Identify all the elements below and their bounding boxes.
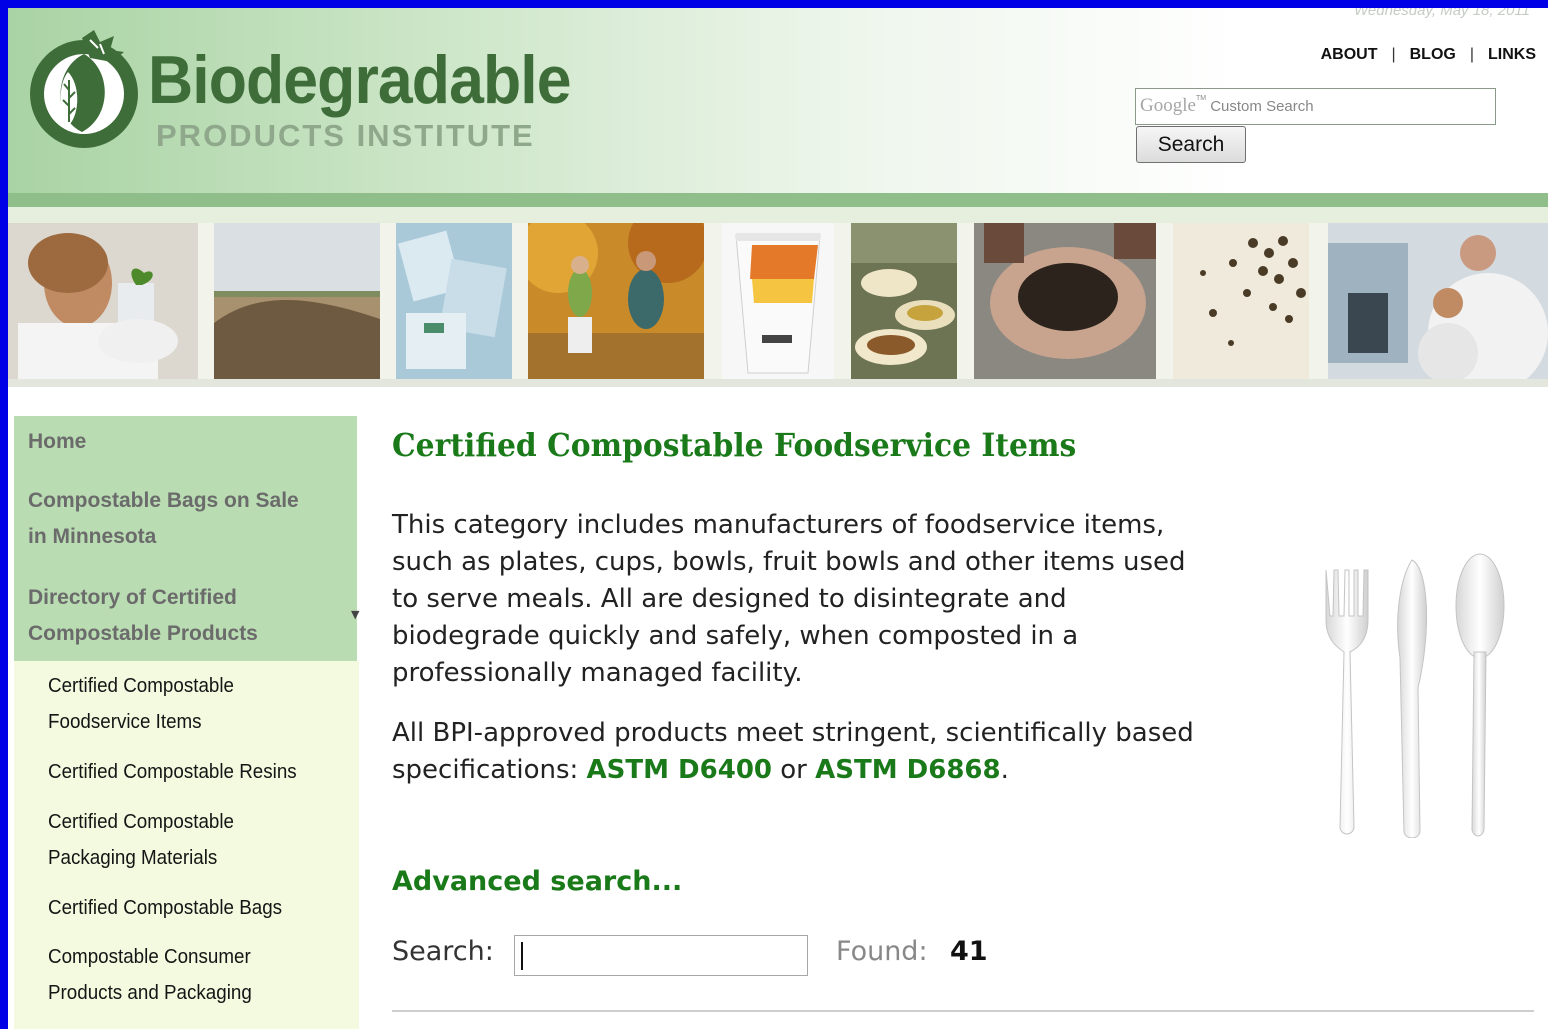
sidebar-item-label: Certified Compostable Bags	[48, 897, 283, 919]
sidebar-item-label: Certified Compostable	[48, 811, 235, 833]
advanced-search-link[interactable]: Advanced search...	[392, 866, 682, 897]
sidebar-item-label: in Minnesota	[28, 525, 157, 548]
sidebar-item-label: Certified Compostable	[48, 675, 235, 697]
sidebar-item-home[interactable]: Home	[28, 424, 86, 460]
compost-field-photo	[214, 223, 380, 379]
sidebar-item-foodservice[interactable]: Certified Compostable Foodservice Items	[48, 668, 234, 740]
found-label: Found:	[836, 936, 928, 967]
site-header: Wednesday, May 18, 2011 Biodegradable PR…	[8, 8, 1548, 193]
header-divider-light	[8, 207, 1548, 223]
sidebar-item-label: Directory of Certified	[28, 586, 237, 609]
logo-title[interactable]: Biodegradable	[148, 42, 572, 118]
sidebar-item-resins[interactable]: Certified Compostable Resins	[48, 754, 297, 790]
sidebar-item-packaging[interactable]: Certified Compostable Packaging Material…	[48, 804, 234, 876]
header-divider	[8, 193, 1548, 207]
description-line: to serve meals. All are designed to disi…	[392, 584, 1067, 614]
dropdown-indicator-icon: ▼	[351, 608, 360, 621]
sidebar-item-label: Foodservice Items	[48, 711, 202, 733]
sidebar-item-consumer-products[interactable]: Compostable Consumer Products and Packag…	[48, 939, 252, 1011]
text-caret	[521, 942, 523, 970]
category-description: This category includes manufacturers of …	[392, 507, 1272, 692]
page-title: Certified Compostable Foodservice Items	[392, 426, 1077, 464]
leaf-logo-icon[interactable]	[24, 28, 142, 150]
sidebar-item-label: Compostable Consumer	[48, 946, 251, 968]
astm-d6400-link[interactable]: ASTM D6400	[587, 755, 772, 785]
top-links: ABOUT | BLOG | LINKS	[1321, 46, 1536, 64]
about-link[interactable]: ABOUT	[1321, 46, 1378, 64]
google-brand: Google	[1140, 95, 1196, 116]
links-link[interactable]: LINKS	[1488, 46, 1536, 64]
food-plates-photo	[851, 223, 957, 379]
specifications-prefix: specifications:	[392, 755, 587, 785]
sidebar-item-compostable-bags-sale[interactable]: Compostable Bags on Sale in Minnesota	[28, 483, 299, 555]
directory-search-input[interactable]	[514, 935, 808, 976]
specifications-or: or	[772, 755, 816, 785]
sidebar-item-label: Compostable Bags on Sale	[28, 489, 299, 512]
description-line: professionally managed facility.	[392, 658, 803, 688]
scientist-seedling-photo	[8, 223, 198, 379]
strip-bottom-border	[8, 379, 1548, 387]
blog-link[interactable]: BLOG	[1410, 46, 1456, 64]
search-placeholder: Custom Search	[1210, 98, 1314, 115]
logo-subtitle: PRODUCTS INSTITUTE	[156, 118, 535, 153]
sidebar-item-label: Packaging Materials	[48, 847, 218, 869]
content-divider	[392, 1010, 1534, 1012]
sidebar-item-directory[interactable]: Directory of Certified Compostable Produ…	[28, 580, 258, 652]
hands-soil-photo	[974, 223, 1156, 379]
resin-pellets-photo	[1173, 223, 1309, 379]
specifications-end: .	[1000, 755, 1009, 785]
photo-strip	[8, 223, 1548, 379]
page: Wednesday, May 18, 2011 Biodegradable PR…	[8, 8, 1548, 1029]
search-label: Search:	[392, 936, 494, 967]
custom-search-input[interactable]: GoogleTM Custom Search	[1135, 88, 1496, 125]
found-count: 41	[950, 936, 988, 967]
lab-researchers-photo	[1328, 223, 1548, 379]
packaging-bags-photo	[396, 223, 512, 379]
description-line: such as plates, cups, bowls, fruit bowls…	[392, 547, 1186, 577]
description-line: This category includes manufacturers of …	[392, 510, 1165, 540]
description-line: biodegrade quickly and safely, when comp…	[392, 621, 1079, 651]
sidebar-item-label: Certified Compostable Resins	[48, 761, 297, 783]
specifications-paragraph: All BPI-approved products meet stringent…	[392, 715, 1272, 789]
link-separator: |	[1469, 46, 1474, 63]
header-date: Wednesday, May 18, 2011	[1354, 8, 1530, 19]
link-separator: |	[1391, 46, 1396, 63]
sidebar-item-bags[interactable]: Certified Compostable Bags	[48, 890, 282, 926]
astm-d6868-link[interactable]: ASTM D6868	[815, 755, 1000, 785]
cutlery-image	[1325, 553, 1505, 838]
specifications-line: All BPI-approved products meet stringent…	[392, 718, 1194, 748]
sidebar-item-label: Compostable Products	[28, 622, 258, 645]
compostable-cup-photo	[722, 223, 834, 379]
autumn-leaves-photo	[528, 223, 704, 379]
search-button[interactable]: Search	[1136, 126, 1246, 163]
sidebar-item-label: Products and Packaging	[48, 982, 252, 1004]
